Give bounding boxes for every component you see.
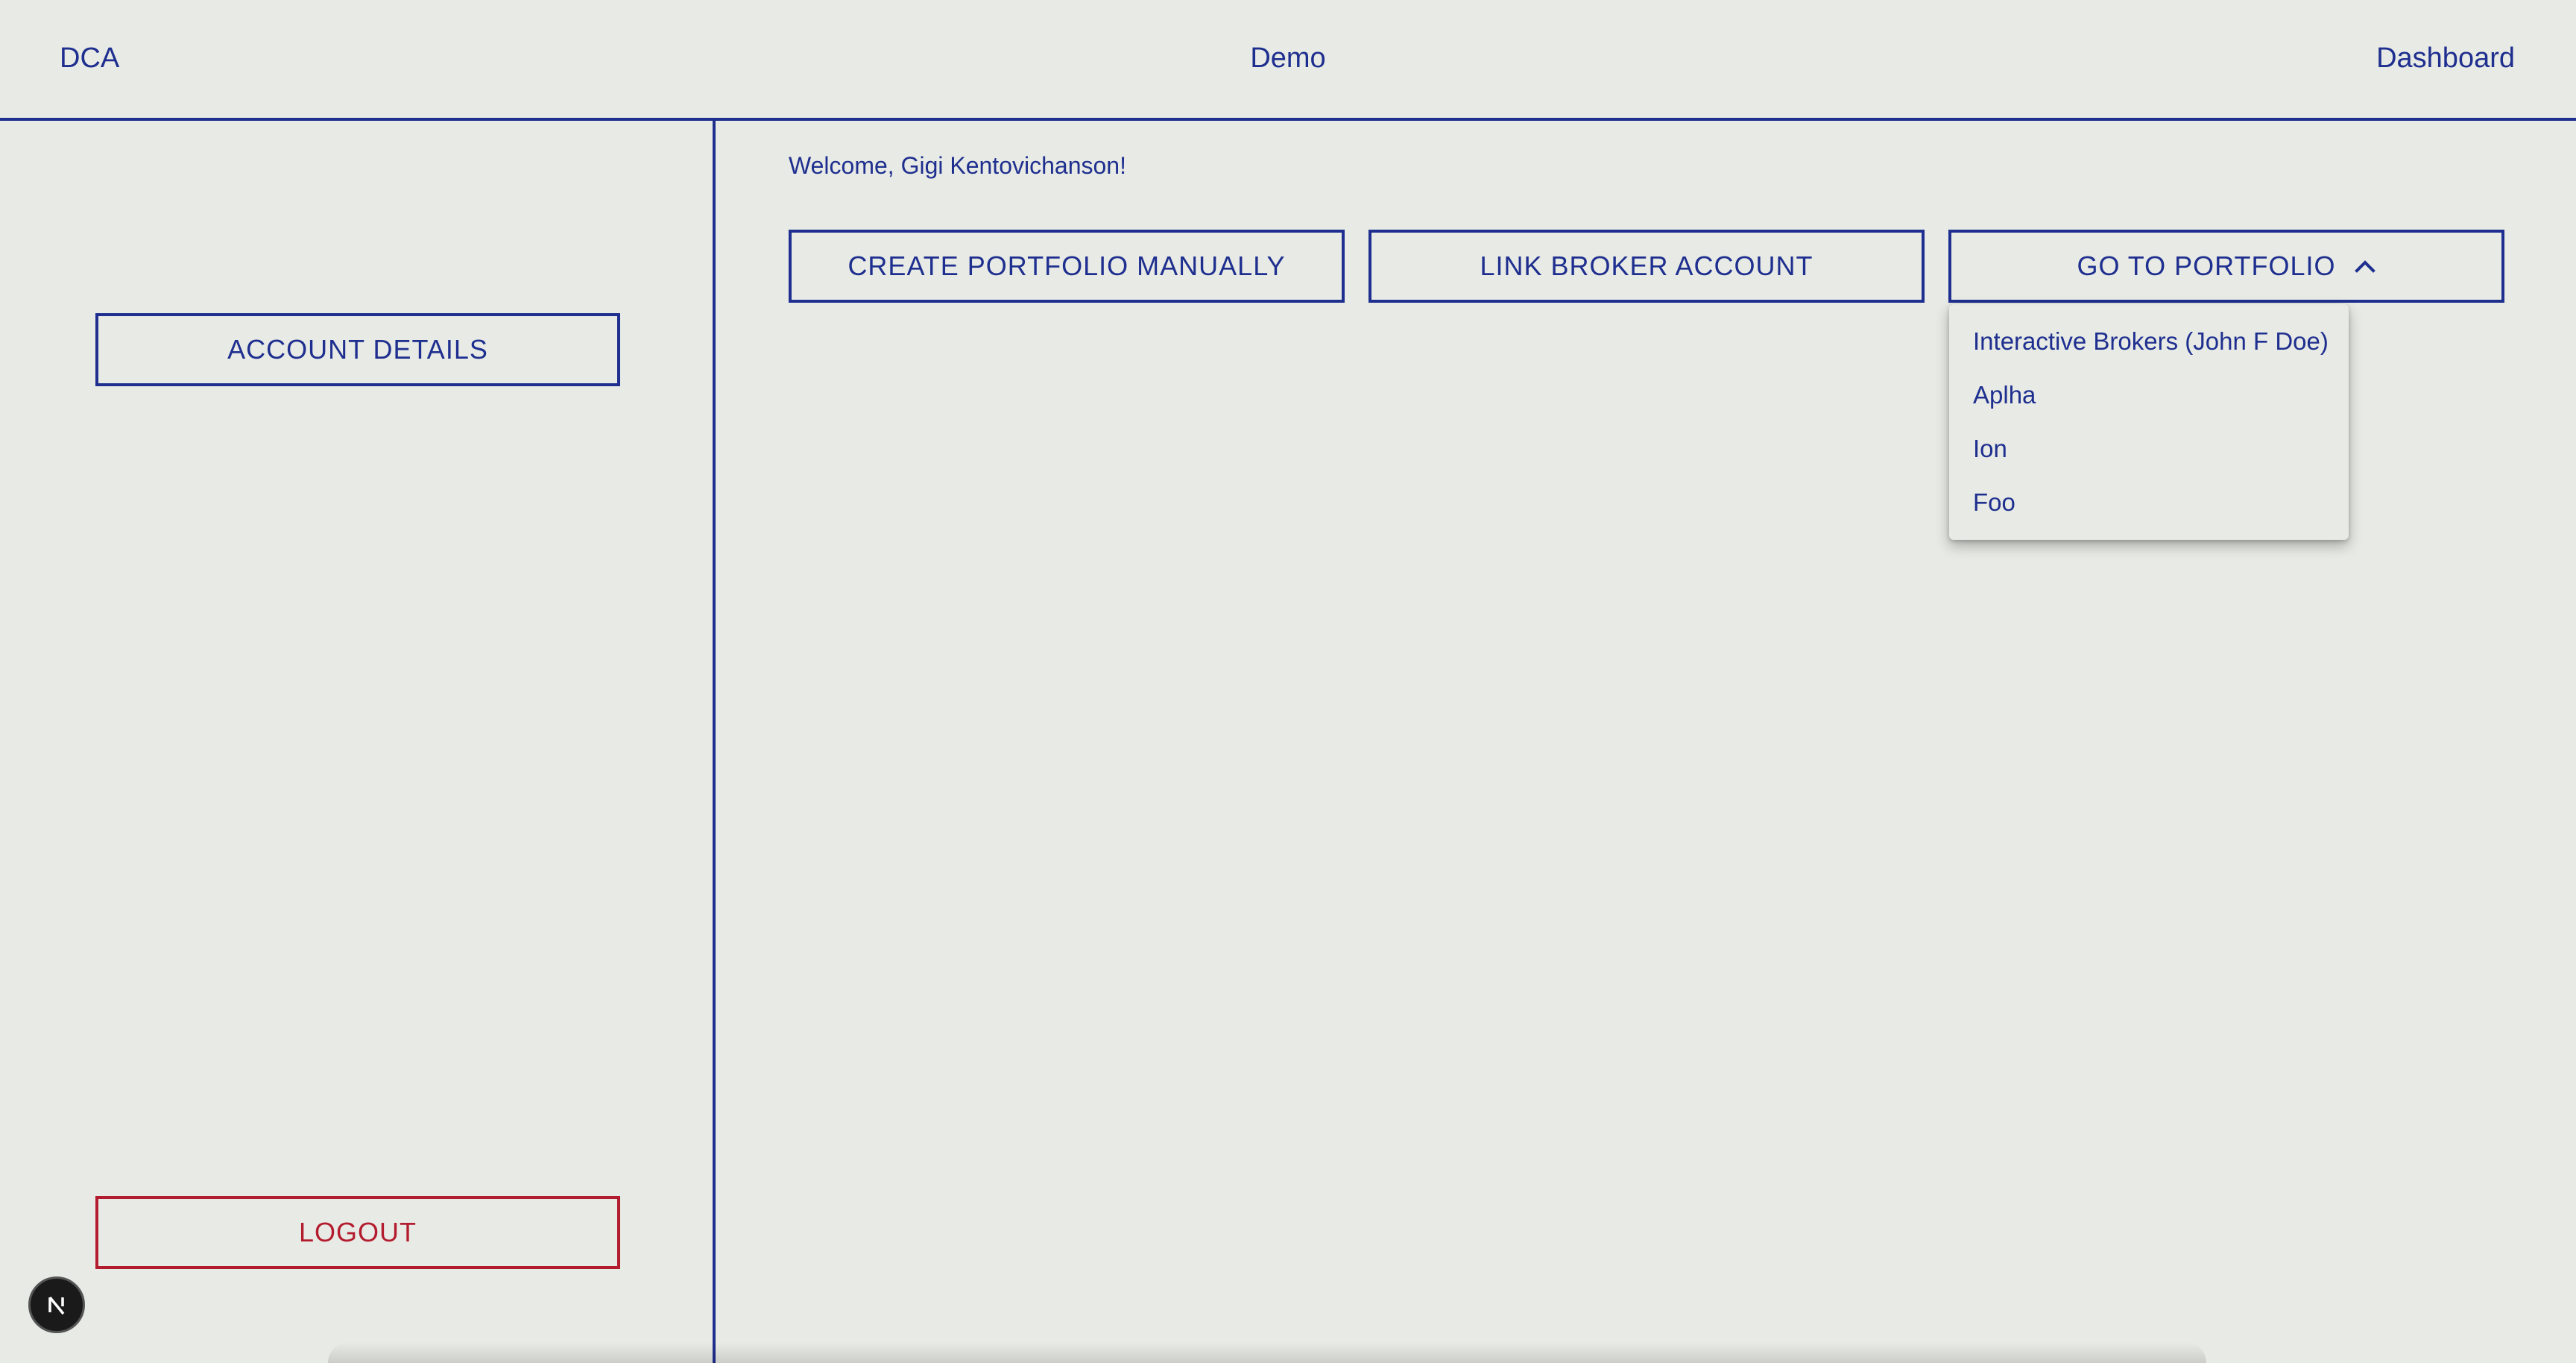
nextjs-logo-icon[interactable] (28, 1277, 85, 1333)
menu-item-portfolio[interactable]: Ion (1949, 422, 2349, 476)
link-broker-button[interactable]: LINK BROKER ACCOUNT (1368, 230, 1925, 303)
menu-item-portfolio[interactable]: Foo (1949, 476, 2349, 529)
account-details-button[interactable]: ACCOUNT DETAILS (95, 313, 620, 386)
page-title: Demo (1250, 43, 1326, 74)
chevron-up-icon (2354, 259, 2376, 274)
go-to-portfolio-label: GO TO PORTFOLIO (2077, 251, 2336, 281)
portfolio-dropdown-menu: Interactive Brokers (John F Doe) Aplha I… (1949, 304, 2349, 540)
top-header: DCA Demo Dashboard (0, 0, 2576, 121)
menu-item-portfolio[interactable]: Interactive Brokers (John F Doe) (1949, 315, 2349, 368)
sidebar: ACCOUNT DETAILS LOGOUT (0, 121, 716, 1363)
menu-item-portfolio[interactable]: Aplha (1949, 368, 2349, 422)
logout-button[interactable]: LOGOUT (95, 1196, 620, 1269)
go-to-portfolio-button[interactable]: GO TO PORTFOLIO (1948, 230, 2504, 303)
welcome-message: Welcome, Gigi Kentovichanson! (789, 152, 1126, 179)
bottom-edge-shadow (328, 1342, 2206, 1363)
nav-dashboard-link[interactable]: Dashboard (2376, 42, 2515, 75)
main-content: Welcome, Gigi Kentovichanson! CREATE POR… (719, 121, 2576, 1363)
create-portfolio-button[interactable]: CREATE PORTFOLIO MANUALLY (789, 230, 1345, 303)
